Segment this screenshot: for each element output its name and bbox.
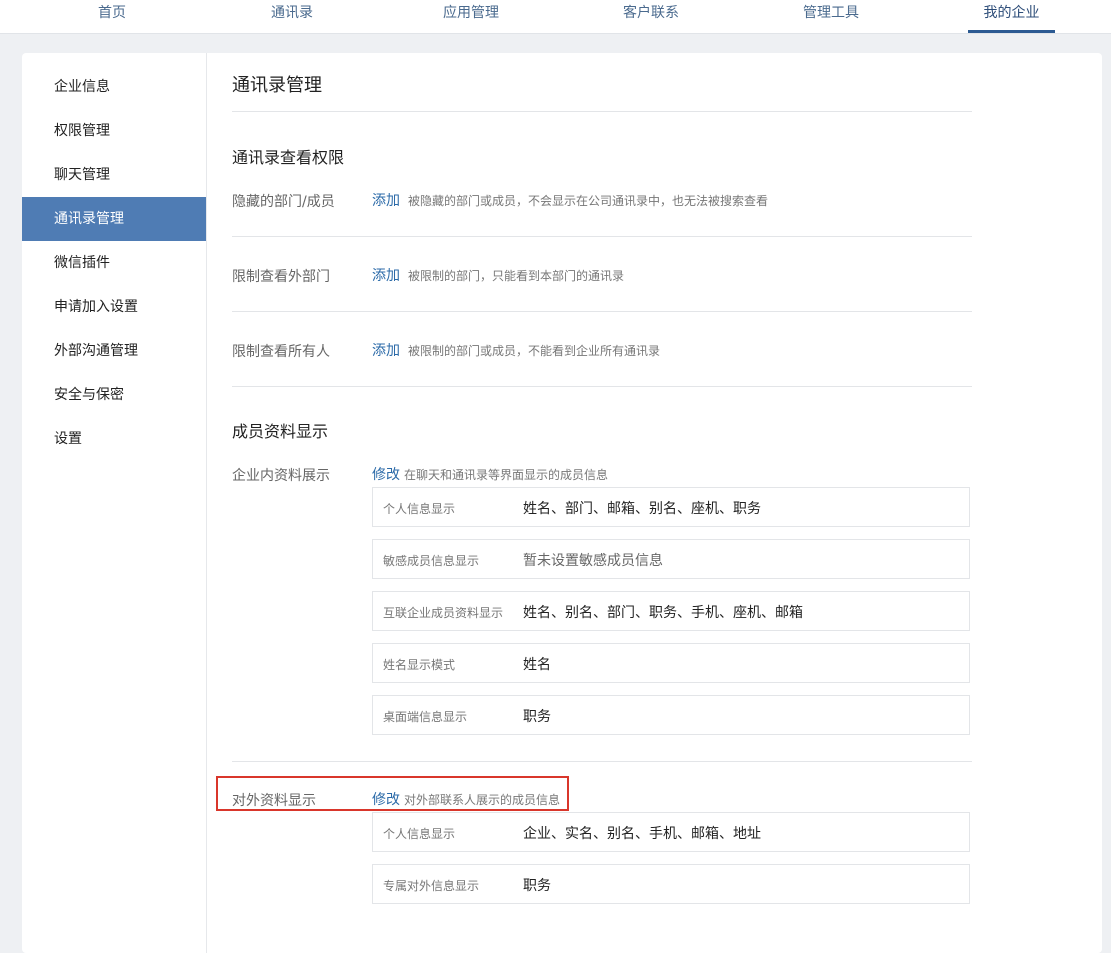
add-restrict-all-link[interactable]: 添加 bbox=[372, 340, 400, 360]
field-key: 专属对外信息显示 bbox=[383, 879, 480, 893]
field-value: 暂未设置敏感成员信息 bbox=[523, 553, 663, 569]
row-label-hidden-members: 隐藏的部门/成员 bbox=[232, 194, 335, 210]
sidebar-item-chat-management[interactable]: 聊天管理 bbox=[22, 153, 206, 197]
add-restrict-other-depts-link[interactable]: 添加 bbox=[372, 265, 400, 285]
content-card: 企业信息 权限管理 聊天管理 通讯录管理 微信插件 申请加入设置 外部沟通管理 … bbox=[22, 53, 1102, 953]
info-box-external-personal-info: 个人信息显示 企业、实名、别名、手机、邮箱、地址 bbox=[372, 812, 970, 852]
divider bbox=[232, 311, 972, 312]
tab-contacts[interactable]: 通讯录 bbox=[252, 0, 332, 33]
tab-customer-contact[interactable]: 客户联系 bbox=[611, 0, 691, 33]
row-label-restrict-other-depts: 限制查看外部门 bbox=[232, 269, 330, 285]
field-value: 姓名、别名、部门、职务、手机、座机、邮箱 bbox=[523, 605, 803, 621]
field-key: 个人信息显示 bbox=[383, 827, 456, 841]
sidebar: 企业信息 权限管理 聊天管理 通讯录管理 微信插件 申请加入设置 外部沟通管理 … bbox=[22, 53, 207, 953]
field-key: 桌面端信息显示 bbox=[383, 710, 468, 724]
field-key: 个人信息显示 bbox=[383, 502, 456, 516]
tab-home[interactable]: 首页 bbox=[72, 0, 152, 33]
sidebar-item-settings[interactable]: 设置 bbox=[22, 417, 206, 461]
tab-management-tools[interactable]: 管理工具 bbox=[791, 0, 871, 33]
sidebar-item-enterprise-info[interactable]: 企业信息 bbox=[22, 65, 206, 109]
sidebar-item-wechat-plugin[interactable]: 微信插件 bbox=[22, 241, 206, 285]
highlight-box bbox=[216, 776, 569, 811]
divider bbox=[232, 761, 972, 762]
tab-my-enterprise[interactable]: 我的企业 bbox=[968, 0, 1055, 33]
info-box-name-display-mode: 姓名显示模式 姓名 bbox=[372, 643, 970, 683]
section-title-view-permissions: 通讯录查看权限 bbox=[232, 148, 345, 167]
info-box-personal-info: 个人信息显示 姓名、部门、邮箱、别名、座机、职务 bbox=[372, 487, 970, 527]
row-desc-restrict-all: 被限制的部门或成员，不能看到企业所有通讯录 bbox=[408, 344, 661, 358]
sidebar-item-join-settings[interactable]: 申请加入设置 bbox=[22, 285, 206, 329]
page-title: 通讯录管理 bbox=[232, 75, 322, 96]
field-value: 企业、实名、别名、手机、邮箱、地址 bbox=[523, 826, 761, 842]
field-key: 姓名显示模式 bbox=[383, 658, 456, 672]
row-desc-internal-profile: 在聊天和通讯录等界面显示的成员信息 bbox=[404, 468, 609, 482]
edit-internal-profile-link[interactable]: 修改 bbox=[372, 464, 400, 484]
field-key: 敏感成员信息显示 bbox=[383, 554, 480, 568]
field-value: 姓名、部门、邮箱、别名、座机、职务 bbox=[523, 501, 761, 517]
divider bbox=[232, 236, 972, 237]
add-hidden-members-link[interactable]: 添加 bbox=[372, 190, 400, 210]
row-label-restrict-all: 限制查看所有人 bbox=[232, 344, 330, 360]
row-label-internal-profile: 企业内资料展示 bbox=[232, 468, 330, 484]
field-key: 互联企业成员资料显示 bbox=[383, 606, 504, 620]
sidebar-item-permissions[interactable]: 权限管理 bbox=[22, 109, 206, 153]
field-value: 职务 bbox=[523, 709, 551, 725]
divider bbox=[232, 111, 972, 112]
top-navigation: 首页 通讯录 应用管理 客户联系 管理工具 我的企业 bbox=[0, 0, 1111, 34]
sidebar-item-external-communication[interactable]: 外部沟通管理 bbox=[22, 329, 206, 373]
info-box-desktop-display: 桌面端信息显示 职务 bbox=[372, 695, 970, 735]
sidebar-item-security[interactable]: 安全与保密 bbox=[22, 373, 206, 417]
info-box-sensitive-info: 敏感成员信息显示 暂未设置敏感成员信息 bbox=[372, 539, 970, 579]
row-desc-restrict-other-depts: 被限制的部门，只能看到本部门的通讯录 bbox=[408, 269, 625, 283]
section-title-member-profile: 成员资料显示 bbox=[232, 422, 329, 441]
tab-app-management[interactable]: 应用管理 bbox=[431, 0, 511, 33]
field-value: 职务 bbox=[523, 878, 551, 894]
info-box-exclusive-external-info: 专属对外信息显示 职务 bbox=[372, 864, 970, 904]
field-value: 姓名 bbox=[523, 657, 551, 673]
row-desc-hidden-members: 被隐藏的部门或成员，不会显示在公司通讯录中，也无法被搜索查看 bbox=[408, 194, 769, 208]
sidebar-item-contacts-management[interactable]: 通讯录管理 bbox=[22, 197, 206, 241]
divider bbox=[232, 386, 972, 387]
info-box-connected-enterprise: 互联企业成员资料显示 姓名、别名、部门、职务、手机、座机、邮箱 bbox=[372, 591, 970, 631]
